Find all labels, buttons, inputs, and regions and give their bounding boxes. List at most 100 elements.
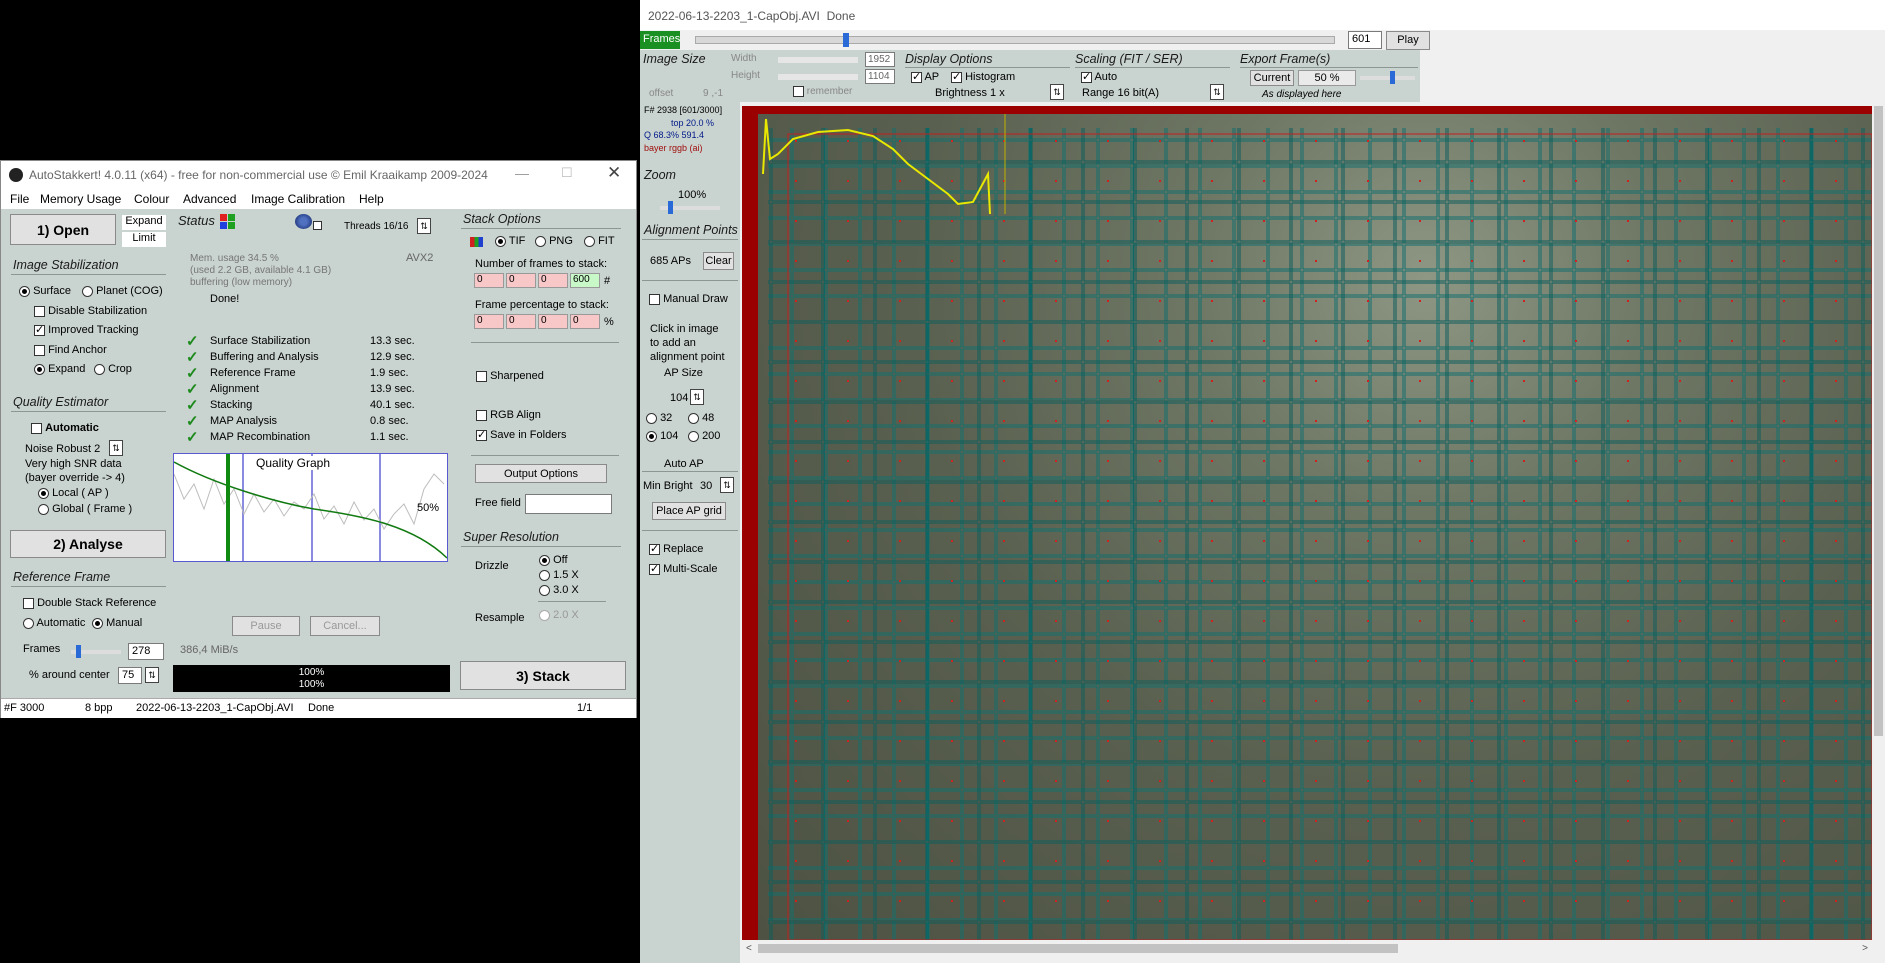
ap-checkbox[interactable] <box>911 70 922 83</box>
fit-option[interactable]: FIT <box>584 235 615 247</box>
stack-button[interactable]: 3) Stack <box>460 661 626 690</box>
globe-checkbox[interactable] <box>313 221 322 230</box>
ap-size-104[interactable]: 104 <box>646 430 678 442</box>
remember-checkbox[interactable] <box>793 86 804 97</box>
current-button[interactable]: Current <box>1250 70 1294 86</box>
vertical-scroll-thumb[interactable] <box>1874 106 1883 736</box>
histogram-checkbox[interactable] <box>951 70 962 83</box>
find-anchor-checkbox[interactable] <box>34 344 45 356</box>
auto-checkbox[interactable] <box>1081 70 1092 83</box>
output-options-button[interactable]: Output Options <box>475 464 607 483</box>
horizontal-scroll-thumb[interactable] <box>758 944 1398 953</box>
surface-radio[interactable] <box>19 285 30 297</box>
disable-stab-checkbox[interactable] <box>34 305 45 317</box>
maximize-icon[interactable]: ☐ <box>561 165 573 181</box>
menu-memory-usage[interactable]: Memory Usage <box>40 192 121 206</box>
ref-automatic-radio[interactable] <box>23 617 34 629</box>
horizontal-scrollbar[interactable]: < > <box>742 940 1872 957</box>
histogram-option[interactable]: Histogram <box>951 70 1015 83</box>
fit-radio[interactable] <box>584 235 595 247</box>
crop-option[interactable]: Crop <box>94 363 132 375</box>
frames-slider[interactable] <box>695 33 1335 47</box>
close-icon[interactable]: ✕ <box>607 163 621 183</box>
manual-draw-checkbox[interactable] <box>649 293 660 305</box>
ap-size-200[interactable]: 200 <box>688 430 720 442</box>
menu-colour[interactable]: Colour <box>134 192 169 206</box>
frame-pct-input-2[interactable]: 0 <box>506 314 536 329</box>
num-frames-input-2[interactable]: 0 <box>506 273 536 288</box>
drizzle-15-option[interactable]: 1.5 X <box>539 569 579 581</box>
vertical-scrollbar[interactable] <box>1872 102 1885 940</box>
tif-radio[interactable] <box>495 235 506 247</box>
drizzle-15-radio[interactable] <box>539 569 550 581</box>
free-field-input[interactable] <box>525 494 612 514</box>
threads-spinner[interactable]: ⇅ <box>417 218 431 234</box>
multiscale-option[interactable]: Multi-Scale <box>649 562 717 575</box>
drizzle-off-radio[interactable] <box>539 554 550 566</box>
double-stack-option[interactable]: Double Stack Reference <box>23 597 156 609</box>
ref-manual-radio[interactable] <box>92 617 103 629</box>
frame-pct-input-1[interactable]: 0 <box>474 314 504 329</box>
tif-option[interactable]: TIF <box>495 235 525 247</box>
brightness-spinner[interactable]: ⇅ <box>1050 84 1064 100</box>
ap-size-48-radio[interactable] <box>688 412 699 424</box>
frames-slider-thumb[interactable] <box>842 33 849 47</box>
local-option[interactable]: Local ( AP ) <box>38 487 109 499</box>
width-value[interactable]: 1952 <box>865 52 895 67</box>
menu-advanced[interactable]: Advanced <box>183 192 236 206</box>
scroll-right-icon[interactable]: > <box>1862 943 1868 954</box>
pause-button[interactable]: Pause <box>232 616 300 636</box>
sharpened-option[interactable]: Sharpened <box>476 370 544 382</box>
find-anchor-option[interactable]: Find Anchor <box>34 344 107 356</box>
improved-tracking-checkbox[interactable] <box>34 323 45 336</box>
ref-manual-option[interactable]: Manual <box>92 617 142 629</box>
min-bright-spinner[interactable]: ⇅ <box>720 477 734 493</box>
open-button[interactable]: 1) Open <box>10 214 116 245</box>
sharpened-checkbox[interactable] <box>476 370 487 382</box>
zoom-slider[interactable] <box>660 201 720 214</box>
range-spinner[interactable]: ⇅ <box>1210 84 1224 100</box>
ap-size-104-radio[interactable] <box>646 430 657 442</box>
ap-size-48[interactable]: 48 <box>688 412 714 424</box>
around-center-input[interactable]: 75 <box>118 667 142 684</box>
globe-icon[interactable] <box>295 214 312 229</box>
crop-radio[interactable] <box>94 363 105 375</box>
image-canvas[interactable] <box>742 102 1872 944</box>
expand-button[interactable]: Expand <box>122 215 166 230</box>
replace-option[interactable]: Replace <box>649 542 703 555</box>
quality-automatic-option[interactable]: Automatic <box>31 422 99 434</box>
ap-size-32[interactable]: 32 <box>646 412 672 424</box>
clear-aps-button[interactable]: Clear <box>703 252 734 270</box>
scroll-left-icon[interactable]: < <box>746 943 752 954</box>
menu-help[interactable]: Help <box>359 192 384 206</box>
place-ap-grid-button[interactable]: Place AP grid <box>652 502 726 520</box>
num-frames-input-3[interactable]: 0 <box>538 273 568 288</box>
manual-draw-option[interactable]: Manual Draw <box>649 293 728 305</box>
cancel-button[interactable]: Cancel... <box>310 616 380 636</box>
resample-20-option[interactable]: 2.0 X <box>539 609 579 621</box>
rgb-align-checkbox[interactable] <box>476 409 487 421</box>
drizzle-30-option[interactable]: 3.0 X <box>539 584 579 596</box>
improved-tracking-option[interactable]: Improved Tracking <box>34 323 139 336</box>
drizzle-30-radio[interactable] <box>539 584 550 596</box>
planet-option[interactable]: Planet (COG) <box>82 285 163 297</box>
remember-option[interactable]: remember <box>793 86 852 97</box>
expand-radio[interactable] <box>34 363 45 375</box>
height-value[interactable]: 1104 <box>865 69 895 84</box>
disable-stab-option[interactable]: Disable Stabilization <box>34 305 147 317</box>
frame-pct-input-3[interactable]: 0 <box>538 314 568 329</box>
global-option[interactable]: Global ( Frame ) <box>38 503 132 515</box>
play-button[interactable]: Play <box>1386 31 1430 50</box>
export-slider-thumb[interactable] <box>1390 71 1395 84</box>
around-center-spinner[interactable]: ⇅ <box>145 667 159 683</box>
save-folders-checkbox[interactable] <box>476 428 487 441</box>
width-slider[interactable] <box>778 57 858 63</box>
menu-image-calibration[interactable]: Image Calibration <box>251 192 345 206</box>
noise-robust-spinner[interactable]: ⇅ <box>109 440 123 456</box>
analyse-button[interactable]: 2) Analyse <box>10 530 166 558</box>
export-slider[interactable] <box>1360 71 1415 84</box>
ap-size-32-radio[interactable] <box>646 412 657 424</box>
menu-file[interactable]: File <box>10 192 29 206</box>
ap-size-200-radio[interactable] <box>688 430 699 442</box>
quality-automatic-checkbox[interactable] <box>31 422 42 434</box>
